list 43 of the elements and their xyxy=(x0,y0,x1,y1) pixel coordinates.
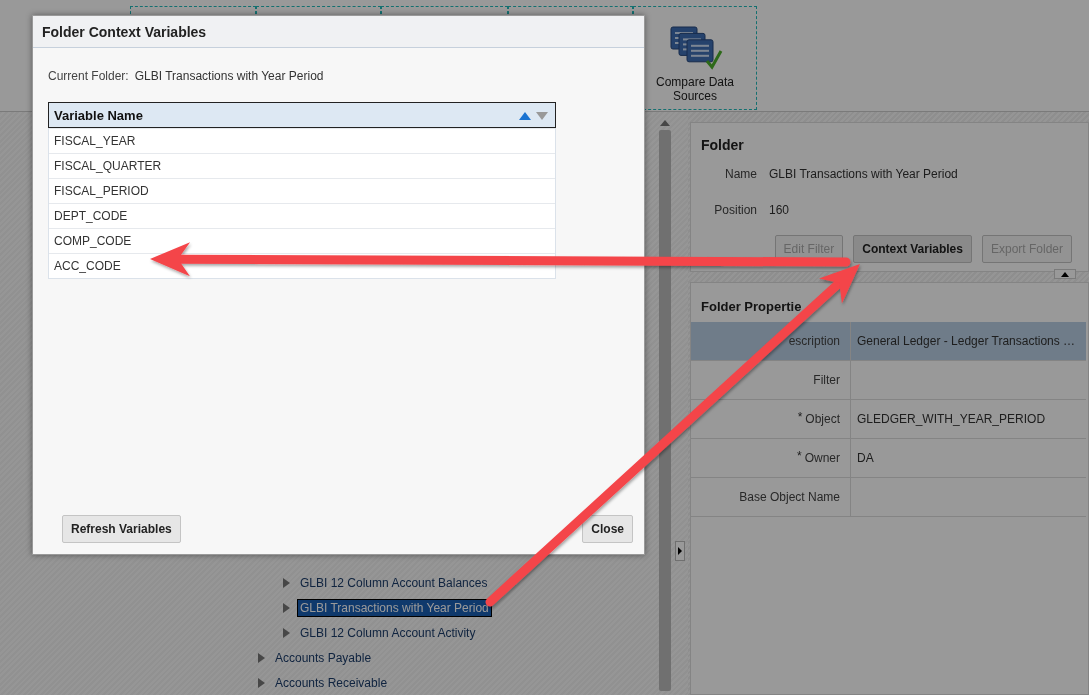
collapse-handle[interactable] xyxy=(675,541,685,561)
property-value: General Ledger - Ledger Transactions … xyxy=(851,322,1086,361)
tree-item[interactable]: GLBI 12 Column Account Balances xyxy=(298,574,490,591)
field-value: 160 xyxy=(769,203,790,217)
stacked-documents-icon xyxy=(667,25,723,71)
table-cell[interactable]: COMP_CODE xyxy=(54,234,132,248)
field-label: Position xyxy=(713,203,757,217)
scrollbar-thumb[interactable] xyxy=(659,130,671,691)
table-cell[interactable]: FISCAL_PERIOD xyxy=(54,184,149,198)
property-label: Object xyxy=(805,412,840,426)
folder-button[interactable]: Context Variables xyxy=(853,235,972,263)
property-label: Base Object Name xyxy=(739,490,840,504)
current-folder-value: GLBI Transactions with Year Period xyxy=(134,69,324,83)
dialog-button[interactable]: Refresh Variables xyxy=(62,515,181,543)
current-folder-label: Current Folder: xyxy=(48,69,129,83)
property-label: escription xyxy=(788,334,840,348)
tree-item[interactable]: Accounts Payable xyxy=(273,649,374,666)
expand-triangle-icon[interactable] xyxy=(283,577,290,588)
expand-triangle-icon[interactable] xyxy=(258,652,265,663)
table-cell[interactable]: FISCAL_QUARTER xyxy=(54,159,162,173)
panel-title: Folder Propertie xyxy=(701,299,802,314)
table-cell[interactable]: ACC_CODE xyxy=(54,259,121,273)
expand-triangle-icon[interactable] xyxy=(283,627,290,638)
dialog-button[interactable]: Close xyxy=(582,515,633,543)
table-cell[interactable]: FISCAL_YEAR xyxy=(54,134,136,148)
sort-icon[interactable] xyxy=(519,110,549,120)
tree-item[interactable]: GLBI Transactions with Year Period xyxy=(298,599,491,616)
tree-item[interactable]: GLBI 12 Column Account Activity xyxy=(298,624,478,641)
panel-title: Folder xyxy=(701,136,745,155)
expand-triangle-icon[interactable] xyxy=(283,602,290,613)
property-label: Filter xyxy=(813,373,840,387)
dialog-title: Folder Context Variables xyxy=(42,23,207,40)
required-mark: * xyxy=(797,449,802,463)
collapse-up-icon[interactable] xyxy=(1054,269,1076,279)
tree-item[interactable]: Accounts Receivable xyxy=(273,674,390,691)
scroll-up-icon[interactable] xyxy=(660,120,670,126)
expand-triangle-icon[interactable] xyxy=(258,677,265,688)
property-label: Owner xyxy=(804,451,840,465)
field-label: Name xyxy=(724,167,757,181)
table-cell[interactable]: DEPT_CODE xyxy=(54,209,128,223)
column-header[interactable]: Variable Name xyxy=(48,102,556,128)
field-value: GLBI Transactions with Year Period xyxy=(769,167,958,181)
required-mark: * xyxy=(797,410,803,424)
